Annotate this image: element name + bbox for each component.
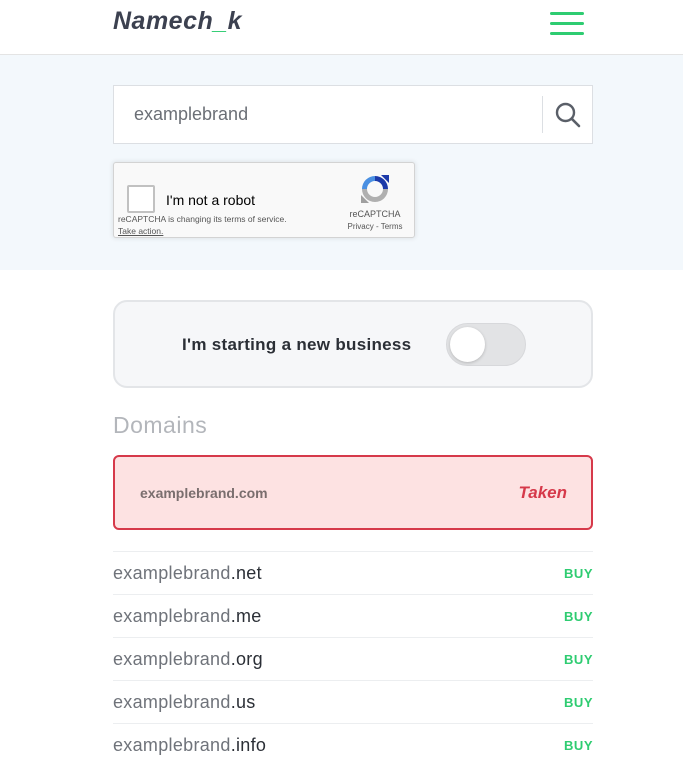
new-business-card: I'm starting a new business <box>113 300 593 388</box>
taken-domain-card: examplebrand.com Taken <box>113 455 593 530</box>
search-button[interactable] <box>543 86 593 143</box>
domain-row: examplebrand.me BUY <box>113 594 593 637</box>
domain-base: examplebrand <box>113 649 231 669</box>
site-logo[interactable]: Namech_k <box>113 7 242 36</box>
buy-button[interactable]: BUY <box>564 609 593 624</box>
captcha-notice-text: reCAPTCHA is changing its terms of servi… <box>118 214 287 224</box>
domain-name: examplebrand.info <box>113 735 266 756</box>
buy-button[interactable]: BUY <box>564 738 593 753</box>
buy-button[interactable]: BUY <box>564 566 593 581</box>
domain-name: examplebrand.net <box>113 563 262 584</box>
menu-bar-middle <box>550 22 584 25</box>
logo-text-main: Namech <box>113 7 214 35</box>
hamburger-menu-icon[interactable] <box>550 12 584 36</box>
logo-text-underscore: _ <box>213 7 228 35</box>
menu-bar-top <box>550 12 584 15</box>
search-icon <box>555 102 581 127</box>
domain-row: examplebrand.info BUY <box>113 723 593 766</box>
domain-base: examplebrand <box>113 606 231 626</box>
domain-row: examplebrand.net BUY <box>113 551 593 594</box>
captcha-notice: reCAPTCHA is changing its terms of servi… <box>118 213 287 237</box>
captcha-take-action-link[interactable]: Take action. <box>118 225 287 237</box>
captcha-checkbox[interactable] <box>127 185 155 213</box>
domain-name: examplebrand.me <box>113 606 262 627</box>
logo-text-end: k <box>227 7 243 35</box>
domains-title: Domains <box>113 412 208 438</box>
captcha-brand: reCAPTCHA <box>349 209 401 219</box>
new-business-label: I'm starting a new business <box>182 335 412 354</box>
search-input[interactable] <box>114 86 542 143</box>
domain-name: examplebrand.us <box>113 692 256 713</box>
taken-domain-name: examplebrand.com <box>140 485 268 501</box>
buy-button[interactable]: BUY <box>564 652 593 667</box>
recaptcha-logo-icon <box>361 175 389 203</box>
captcha-terms-link[interactable]: Privacy - Terms <box>338 222 412 231</box>
new-business-toggle[interactable] <box>446 323 526 366</box>
toggle-knob <box>450 327 485 362</box>
domain-tld: .me <box>230 606 262 626</box>
domain-list: examplebrand.net BUY examplebrand.me BUY… <box>113 551 593 766</box>
captcha-label: I'm not a robot <box>166 192 256 208</box>
recaptcha-widget: I'm not a robot reCAPTCHA is changing it… <box>113 162 415 238</box>
domain-base: examplebrand <box>113 735 231 755</box>
menu-bar-bottom <box>550 32 584 35</box>
taken-status-badge: Taken <box>518 483 567 502</box>
site-header: Namech_k <box>0 0 683 55</box>
search-box <box>113 85 593 144</box>
domain-base: examplebrand <box>113 563 231 583</box>
domain-tld: .org <box>230 649 263 669</box>
domain-base: examplebrand <box>113 692 231 712</box>
domain-row: examplebrand.org BUY <box>113 637 593 680</box>
buy-button[interactable]: BUY <box>564 695 593 710</box>
domain-name: examplebrand.org <box>113 649 263 670</box>
domain-row: examplebrand.us BUY <box>113 680 593 723</box>
domain-tld: .net <box>230 563 262 583</box>
search-section: I'm not a robot reCAPTCHA is changing it… <box>0 55 683 270</box>
domain-tld: .us <box>230 692 256 712</box>
domain-tld: .info <box>230 735 267 755</box>
